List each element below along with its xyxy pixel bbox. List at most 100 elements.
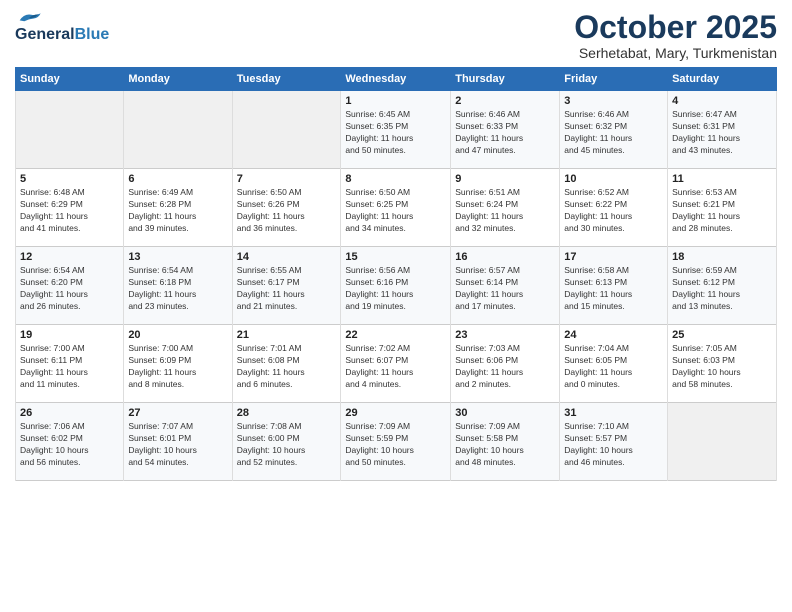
day-number: 28 [237,407,337,419]
calendar-cell: 3 Sunrise: 6:46 AM Sunset: 6:32 PM Daylig… [560,91,668,169]
day-number: 26 [20,407,119,419]
calendar-cell: 22 Sunrise: 7:02 AM Sunset: 6:07 PM Dayli… [341,325,451,403]
calendar-cell: 15Sunrise: 6:56 AM Sunset: 6:16 PM Dayli… [341,247,451,325]
day-info: Sunrise: 7:05 AM Sunset: 6:03 PM Dayligh… [672,343,772,391]
calendar-week-row: 19 Sunrise: 7:00 AM Sunset: 6:11 PM Dayli… [16,325,777,403]
day-number: 10 [564,173,663,185]
day-info: Sunrise: 7:00 AM Sunset: 6:09 PM Dayligh… [128,343,227,391]
day-info: Sunrise: 7:01 AM Sunset: 6:08 PM Dayligh… [237,343,337,391]
day-number: 31 [564,407,663,419]
weekday-header: Thursday [451,68,560,91]
calendar-cell: 5 Sunrise: 6:48 AM Sunset: 6:29 PM Daylig… [16,169,124,247]
day-info: Sunrise: 6:55 AM Sunset: 6:17 PM Dayligh… [237,265,337,313]
day-info: Sunrise: 7:02 AM Sunset: 6:07 PM Dayligh… [345,343,446,391]
day-number: 11 [672,173,772,185]
day-info: Sunrise: 6:59 AM Sunset: 6:12 PM Dayligh… [672,265,772,313]
calendar-cell: 31Sunrise: 7:10 AM Sunset: 5:57 PM Dayli… [560,403,668,481]
calendar-cell: 26 Sunrise: 7:06 AM Sunset: 6:02 PM Dayli… [16,403,124,481]
logo-icon [15,10,43,26]
logo-blue: Blue [75,26,110,44]
day-number: 8 [345,173,446,185]
calendar-cell: 12 Sunrise: 6:54 AM Sunset: 6:20 PM Dayli… [16,247,124,325]
day-info: Sunrise: 7:03 AM Sunset: 6:06 PM Dayligh… [455,343,555,391]
day-info: Sunrise: 7:06 AM Sunset: 6:02 PM Dayligh… [20,421,119,469]
calendar-week-row: 12 Sunrise: 6:54 AM Sunset: 6:20 PM Dayli… [16,247,777,325]
calendar-cell: 23 Sunrise: 7:03 AM Sunset: 6:06 PM Dayli… [451,325,560,403]
calendar-cell: 18 Sunrise: 6:59 AM Sunset: 6:12 PM Dayli… [668,247,777,325]
day-info: Sunrise: 7:07 AM Sunset: 6:01 PM Dayligh… [128,421,227,469]
day-number: 20 [128,329,227,341]
weekday-header: Tuesday [232,68,341,91]
day-info: Sunrise: 6:58 AM Sunset: 6:13 PM Dayligh… [564,265,663,313]
day-number: 17 [564,251,663,263]
weekday-header: Friday [560,68,668,91]
day-info: Sunrise: 7:00 AM Sunset: 6:11 PM Dayligh… [20,343,119,391]
day-number: 7 [237,173,337,185]
day-info: Sunrise: 6:50 AM Sunset: 6:25 PM Dayligh… [345,187,446,235]
day-number: 21 [237,329,337,341]
day-number: 25 [672,329,772,341]
day-info: Sunrise: 7:08 AM Sunset: 6:00 PM Dayligh… [237,421,337,469]
calendar-week-row: 1 Sunrise: 6:45 AM Sunset: 6:35 PM Daylig… [16,91,777,169]
subtitle: Serhetabat, Mary, Turkmenistan [574,45,777,61]
day-number: 18 [672,251,772,263]
day-number: 23 [455,329,555,341]
calendar-cell: 9 Sunrise: 6:51 AM Sunset: 6:24 PM Daylig… [451,169,560,247]
page: GeneralBlue October 2025 Serhetabat, Mar… [0,0,792,491]
day-number: 19 [20,329,119,341]
day-number: 13 [128,251,227,263]
calendar-week-row: 26 Sunrise: 7:06 AM Sunset: 6:02 PM Dayli… [16,403,777,481]
day-number: 15 [345,251,446,263]
day-info: Sunrise: 6:49 AM Sunset: 6:28 PM Dayligh… [128,187,227,235]
day-number: 22 [345,329,446,341]
day-number: 3 [564,95,663,107]
day-info: Sunrise: 7:04 AM Sunset: 6:05 PM Dayligh… [564,343,663,391]
calendar-cell: 17 Sunrise: 6:58 AM Sunset: 6:13 PM Dayli… [560,247,668,325]
calendar-cell: 19 Sunrise: 7:00 AM Sunset: 6:11 PM Dayli… [16,325,124,403]
calendar-cell [124,91,232,169]
day-number: 1 [345,95,446,107]
weekday-header: Monday [124,68,232,91]
calendar-cell: 30 Sunrise: 7:09 AM Sunset: 5:58 PM Dayli… [451,403,560,481]
day-info: Sunrise: 6:46 AM Sunset: 6:32 PM Dayligh… [564,109,663,157]
calendar-cell: 21 Sunrise: 7:01 AM Sunset: 6:08 PM Dayli… [232,325,341,403]
calendar-cell: 28 Sunrise: 7:08 AM Sunset: 6:00 PM Dayli… [232,403,341,481]
day-number: 5 [20,173,119,185]
calendar-cell: 24 Sunrise: 7:04 AM Sunset: 6:05 PM Dayli… [560,325,668,403]
title-block: October 2025 Serhetabat, Mary, Turkmenis… [574,10,777,61]
calendar-cell: 1 Sunrise: 6:45 AM Sunset: 6:35 PM Daylig… [341,91,451,169]
calendar-cell: 10 Sunrise: 6:52 AM Sunset: 6:22 PM Dayli… [560,169,668,247]
weekday-header: Saturday [668,68,777,91]
calendar-cell: 7 Sunrise: 6:50 AM Sunset: 6:26 PM Daylig… [232,169,341,247]
calendar-week-row: 5 Sunrise: 6:48 AM Sunset: 6:29 PM Daylig… [16,169,777,247]
calendar-cell [232,91,341,169]
calendar-cell: 8 Sunrise: 6:50 AM Sunset: 6:25 PM Daylig… [341,169,451,247]
day-info: Sunrise: 6:45 AM Sunset: 6:35 PM Dayligh… [345,109,446,157]
day-info: Sunrise: 6:53 AM Sunset: 6:21 PM Dayligh… [672,187,772,235]
calendar-cell: 4Sunrise: 6:47 AM Sunset: 6:31 PM Daylig… [668,91,777,169]
day-info: Sunrise: 6:54 AM Sunset: 6:20 PM Dayligh… [20,265,119,313]
day-number: 12 [20,251,119,263]
calendar-table: SundayMondayTuesdayWednesdayThursdayFrid… [15,67,777,481]
calendar-cell: 20 Sunrise: 7:00 AM Sunset: 6:09 PM Dayli… [124,325,232,403]
day-number: 24 [564,329,663,341]
day-number: 29 [345,407,446,419]
day-info: Sunrise: 7:09 AM Sunset: 5:59 PM Dayligh… [345,421,446,469]
day-number: 2 [455,95,555,107]
day-info: Sunrise: 7:09 AM Sunset: 5:58 PM Dayligh… [455,421,555,469]
logo-general: General [15,26,75,44]
day-number: 9 [455,173,555,185]
day-number: 27 [128,407,227,419]
day-info: Sunrise: 6:51 AM Sunset: 6:24 PM Dayligh… [455,187,555,235]
day-number: 30 [455,407,555,419]
weekday-header: Sunday [16,68,124,91]
day-info: Sunrise: 6:52 AM Sunset: 6:22 PM Dayligh… [564,187,663,235]
day-info: Sunrise: 6:47 AM Sunset: 6:31 PM Dayligh… [672,109,772,157]
calendar-cell: 14Sunrise: 6:55 AM Sunset: 6:17 PM Dayli… [232,247,341,325]
logo: GeneralBlue [15,10,109,44]
day-info: Sunrise: 6:57 AM Sunset: 6:14 PM Dayligh… [455,265,555,313]
calendar-cell: 29 Sunrise: 7:09 AM Sunset: 5:59 PM Dayli… [341,403,451,481]
calendar-cell [16,91,124,169]
day-info: Sunrise: 6:48 AM Sunset: 6:29 PM Dayligh… [20,187,119,235]
day-info: Sunrise: 6:50 AM Sunset: 6:26 PM Dayligh… [237,187,337,235]
